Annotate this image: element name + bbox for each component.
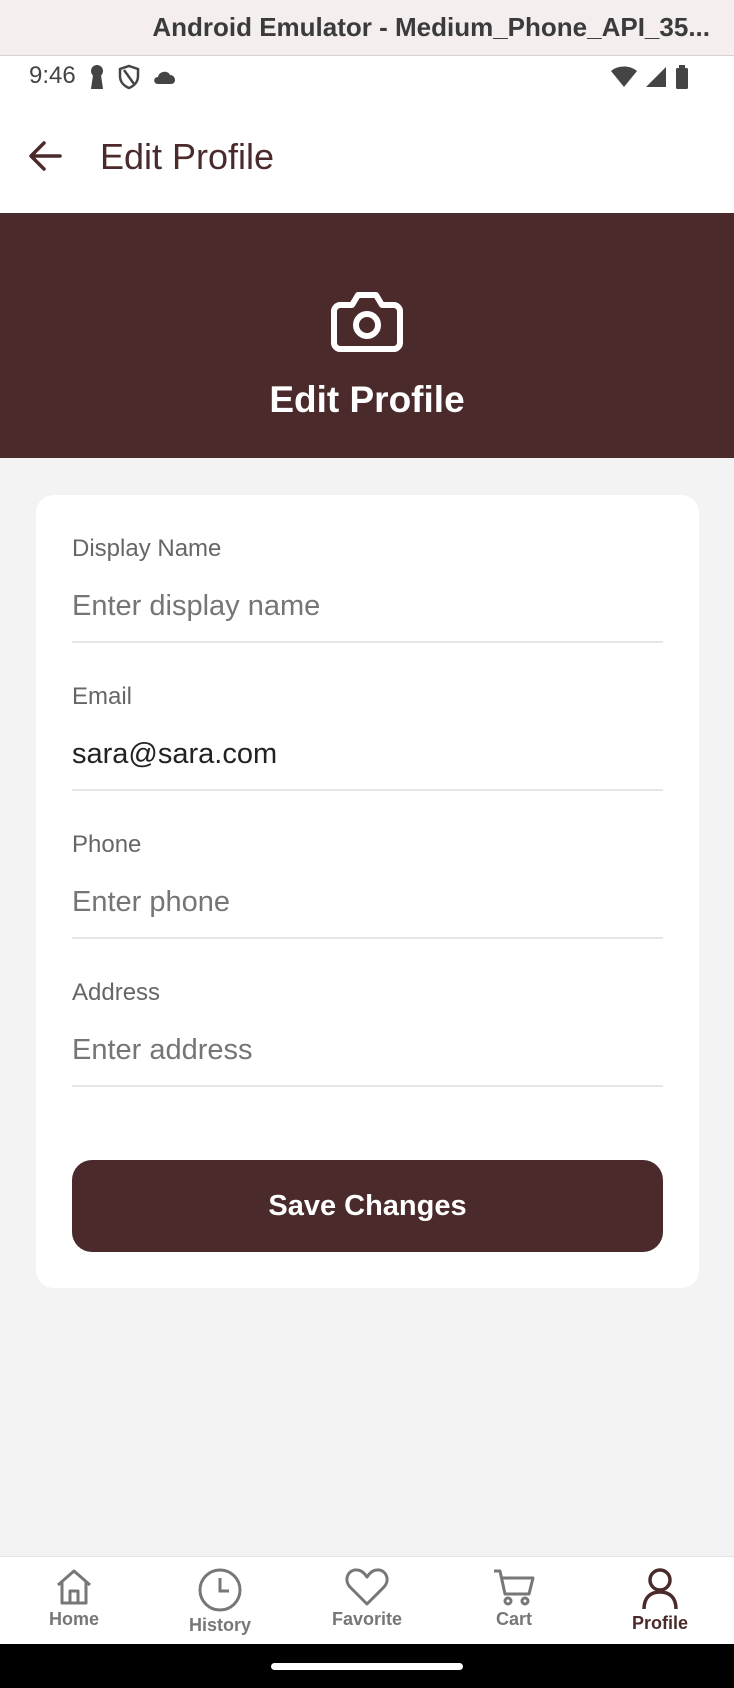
gesture-bar bbox=[0, 1644, 734, 1688]
email-field[interactable]: Email sara@sara.com bbox=[72, 683, 663, 791]
profile-form-card: Display Name Enter display name Email sa… bbox=[36, 495, 699, 1288]
clock-icon bbox=[198, 1568, 242, 1612]
emulator-title: Android Emulator - Medium_Phone_API_35..… bbox=[152, 12, 710, 42]
camera-icon[interactable] bbox=[330, 289, 404, 353]
bottom-nav: Home History Favorite Cart Profile bbox=[0, 1556, 734, 1644]
nav-label-history: History bbox=[188, 1615, 251, 1635]
banner-title: Edit Profile bbox=[269, 379, 465, 420]
display-name-underline bbox=[72, 641, 663, 643]
heart-icon bbox=[345, 1568, 389, 1606]
status-time: 9:46 bbox=[29, 62, 76, 89]
page-title: Edit Profile bbox=[100, 136, 275, 177]
address-label: Address bbox=[72, 979, 161, 1006]
display-name-input[interactable]: Enter display name bbox=[72, 587, 663, 625]
phone-underline bbox=[72, 937, 663, 939]
nav-label-cart: Cart bbox=[495, 1609, 532, 1629]
display-name-field[interactable]: Display Name Enter display name bbox=[72, 535, 663, 643]
nav-item-home[interactable]: Home bbox=[14, 1567, 134, 1630]
nav-item-cart[interactable]: Cart bbox=[454, 1567, 574, 1630]
nav-item-history[interactable]: History bbox=[160, 1567, 280, 1636]
signal-icon bbox=[646, 67, 666, 87]
status-bar: 9:46 bbox=[0, 56, 734, 100]
profile-banner: Edit Profile bbox=[0, 213, 734, 458]
display-name-label: Display Name bbox=[72, 535, 222, 562]
phone-field[interactable]: Phone Enter phone bbox=[72, 831, 663, 939]
address-input[interactable]: Enter address bbox=[72, 1031, 663, 1069]
nav-label-home: Home bbox=[48, 1609, 99, 1629]
email-underline bbox=[72, 789, 663, 791]
screen: Android Emulator - Medium_Phone_API_35..… bbox=[0, 0, 734, 1688]
nav-label-profile: Profile bbox=[631, 1613, 688, 1633]
cart-icon bbox=[494, 1569, 535, 1606]
save-changes-button[interactable]: Save Changes bbox=[72, 1160, 663, 1252]
battery-icon bbox=[676, 65, 688, 89]
home-handle[interactable] bbox=[271, 1663, 463, 1670]
nav-item-favorite[interactable]: Favorite bbox=[307, 1567, 427, 1630]
home-icon bbox=[57, 1569, 91, 1605]
phone-label: Phone bbox=[72, 831, 142, 858]
emulator-title-bar: Android Emulator - Medium_Phone_API_35..… bbox=[0, 0, 734, 56]
address-field[interactable]: Address Enter address bbox=[72, 979, 663, 1087]
address-underline bbox=[72, 1085, 663, 1087]
email-label: Email bbox=[72, 683, 133, 710]
app-bar: Edit Profile bbox=[0, 100, 734, 213]
phone-input[interactable]: Enter phone bbox=[72, 883, 663, 921]
nav-item-profile[interactable]: Profile bbox=[600, 1567, 720, 1634]
shield-icon bbox=[118, 64, 140, 90]
email-input[interactable]: sara@sara.com bbox=[72, 735, 663, 773]
back-arrow-icon[interactable] bbox=[26, 136, 66, 176]
cloud-icon bbox=[154, 71, 176, 84]
nav-label-favorite: Favorite bbox=[331, 1609, 403, 1629]
keyhole-icon bbox=[91, 65, 103, 89]
person-icon bbox=[642, 1568, 678, 1610]
wifi-icon bbox=[611, 66, 637, 87]
